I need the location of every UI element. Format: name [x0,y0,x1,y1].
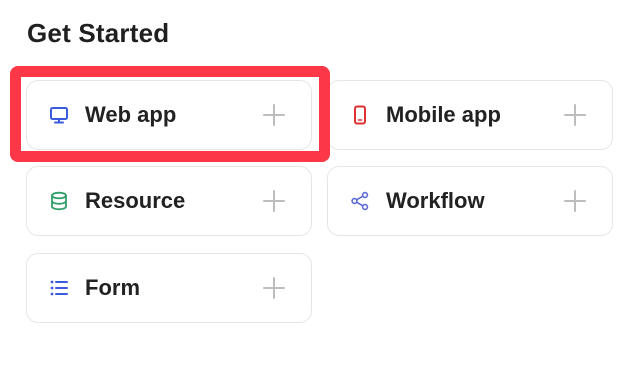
add-mobile-app-icon[interactable] [564,104,586,126]
form-card[interactable]: Form [26,253,312,323]
resource-card[interactable]: Resource [26,166,312,236]
list-icon [49,278,69,298]
workflow-label: Workflow [386,188,485,213]
add-resource-icon[interactable] [263,190,285,212]
share-nodes-icon [350,191,370,211]
workflow-card[interactable]: Workflow [327,166,613,236]
add-form-icon[interactable] [263,277,285,299]
web-app-card[interactable]: Web app [26,80,312,150]
database-icon [49,191,69,211]
add-workflow-icon[interactable] [564,190,586,212]
resource-label: Resource [85,188,186,213]
mobile-app-card[interactable]: Mobile app [327,80,613,150]
mobile-phone-icon [350,105,370,125]
page-title: Get Started [27,18,170,48]
monitor-icon [49,105,69,125]
web-app-label: Web app [85,102,177,127]
add-web-app-icon[interactable] [263,104,285,126]
form-label: Form [85,275,140,300]
mobile-app-label: Mobile app [386,102,501,127]
